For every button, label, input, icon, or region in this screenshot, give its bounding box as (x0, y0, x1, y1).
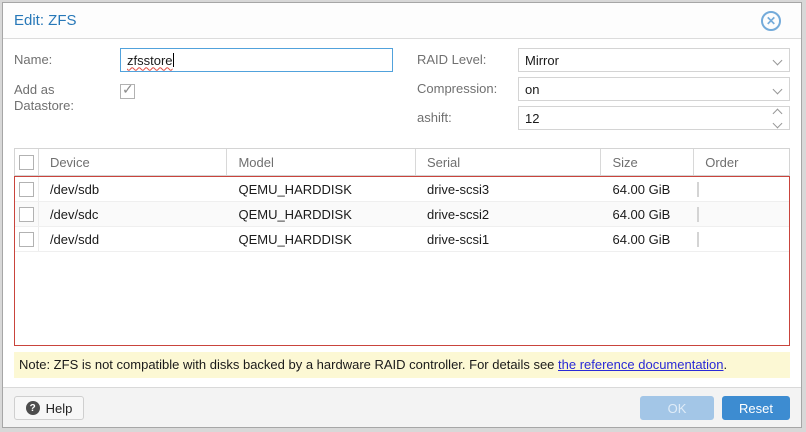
compression-value: on (519, 82, 539, 97)
column-header-order[interactable]: Order (694, 149, 789, 175)
ashift-value: 12 (519, 111, 539, 126)
cell-serial: drive-scsi2 (416, 207, 602, 222)
table-row[interactable]: /dev/sdd QEMU_HARDDISK drive-scsi1 64.00… (15, 227, 789, 252)
cell-order (694, 182, 789, 197)
name-input[interactable]: zfsstore (120, 48, 393, 72)
reference-documentation-link[interactable]: the reference documentation (558, 357, 724, 372)
table-row[interactable]: /dev/sdb QEMU_HARDDISK drive-scsi3 64.00… (15, 177, 789, 202)
cell-device: /dev/sdb (39, 182, 228, 197)
dialog-titlebar: Edit: ZFS ✕ (3, 3, 801, 39)
raid-level-select[interactable]: Mirror (518, 48, 790, 72)
ashift-label: ashift: (417, 106, 452, 130)
cell-model: QEMU_HARDDISK (227, 207, 416, 222)
disk-table-header: Device Model Serial Size Order (14, 148, 790, 176)
row-checkbox[interactable] (19, 232, 34, 247)
dialog-title: Edit: ZFS (14, 3, 77, 39)
ashift-spinner[interactable]: 12 (518, 106, 790, 130)
order-spinner[interactable] (697, 207, 699, 222)
order-spinner[interactable] (697, 232, 699, 247)
cell-model: QEMU_HARDDISK (227, 182, 416, 197)
table-row[interactable]: /dev/sdc QEMU_HARDDISK drive-scsi2 64.00… (15, 202, 789, 227)
cell-size: 64.00 GiB (601, 207, 694, 222)
cell-serial: drive-scsi1 (416, 232, 602, 247)
add-as-datastore-checkbox[interactable] (120, 84, 135, 99)
cell-order (694, 232, 789, 247)
cell-serial: drive-scsi3 (416, 182, 602, 197)
cell-model: QEMU_HARDDISK (227, 232, 416, 247)
ok-button[interactable]: OK (640, 396, 714, 420)
name-label: Name: (14, 48, 52, 72)
disk-table-body: /dev/sdb QEMU_HARDDISK drive-scsi3 64.00… (14, 176, 790, 346)
compression-label: Compression: (417, 77, 497, 101)
zfs-note: Note: ZFS is not compatible with disks b… (14, 352, 790, 378)
raid-level-value: Mirror (519, 53, 559, 68)
cell-device: /dev/sdc (39, 207, 228, 222)
compression-select[interactable]: on (518, 77, 790, 101)
reset-button[interactable]: Reset (722, 396, 790, 420)
text-caret (173, 53, 174, 67)
column-header-size[interactable]: Size (601, 149, 694, 175)
dialog-footer: ? Help OK Reset (3, 387, 801, 427)
chevron-down-icon[interactable] (774, 78, 781, 100)
row-checkbox[interactable] (19, 182, 34, 197)
cell-order (694, 207, 789, 222)
column-header-serial[interactable]: Serial (416, 149, 602, 175)
select-all-cell (15, 149, 39, 175)
column-header-device[interactable]: Device (39, 149, 228, 175)
cell-device: /dev/sdd (39, 232, 228, 247)
raid-level-label: RAID Level: (417, 48, 486, 72)
select-all-checkbox[interactable] (19, 155, 34, 170)
close-icon[interactable]: ✕ (761, 11, 781, 31)
cell-size: 64.00 GiB (601, 232, 694, 247)
column-header-model[interactable]: Model (227, 149, 416, 175)
help-icon: ? (26, 401, 40, 415)
chevron-down-icon[interactable] (774, 49, 781, 71)
order-spinner[interactable] (697, 182, 699, 197)
help-button[interactable]: ? Help (14, 396, 84, 420)
spinner-arrows-icon[interactable] (774, 107, 781, 129)
cell-size: 64.00 GiB (601, 182, 694, 197)
edit-zfs-dialog: Edit: ZFS ✕ Name: zfsstore Add as Datast… (2, 2, 802, 428)
datastore-label: Add as Datastore: (14, 82, 74, 114)
name-input-value: zfsstore (127, 53, 173, 68)
row-checkbox[interactable] (19, 207, 34, 222)
